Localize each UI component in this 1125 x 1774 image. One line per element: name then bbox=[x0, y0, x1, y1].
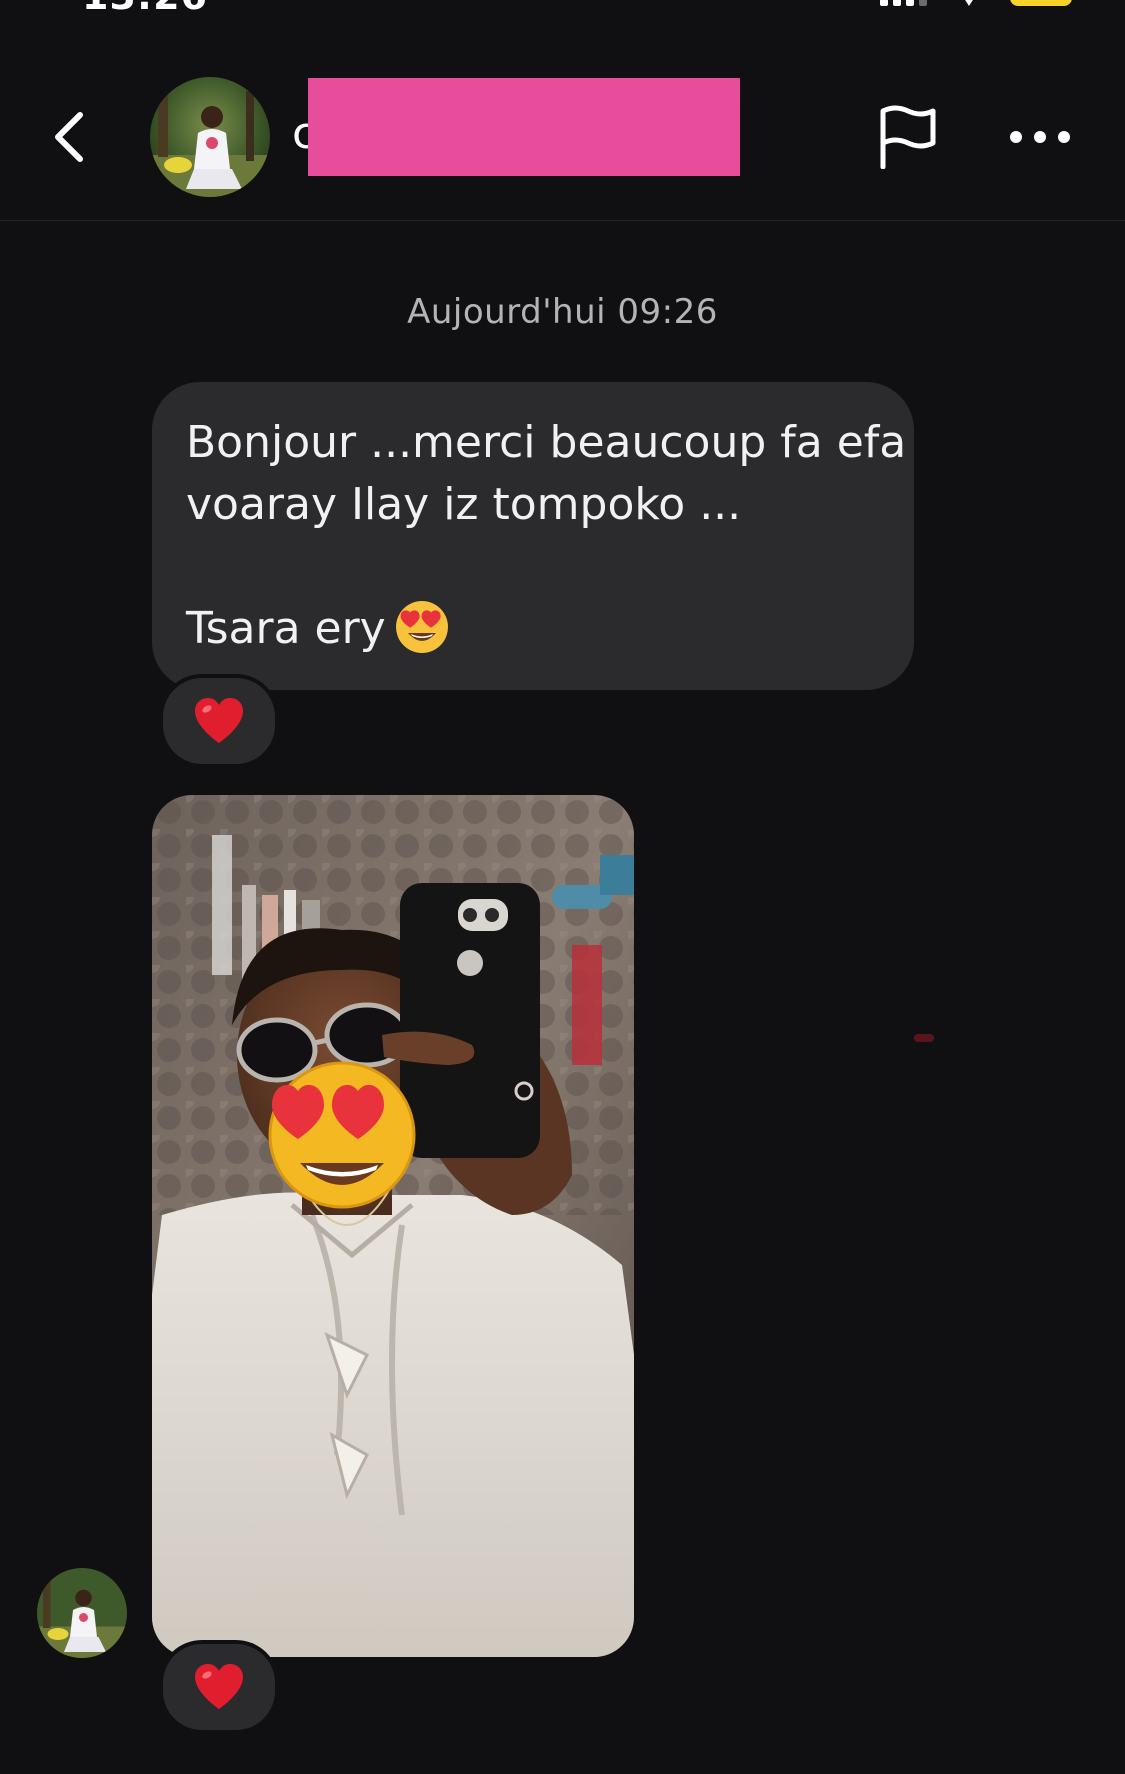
heart-icon bbox=[195, 698, 243, 743]
message-line-with-emoji: Tsara ery bbox=[186, 598, 894, 660]
more-options-button[interactable] bbox=[1000, 112, 1080, 162]
photo-message[interactable] bbox=[152, 795, 634, 1657]
message-timestamp: Aujourd'hui 09:26 bbox=[407, 292, 718, 332]
message-line: Bonjour ...merci beaucoup fa efa bbox=[186, 417, 907, 468]
heart-reaction[interactable] bbox=[159, 1640, 279, 1734]
heart-reaction[interactable] bbox=[159, 674, 279, 768]
message-spacer bbox=[186, 536, 894, 598]
sender-avatar[interactable] bbox=[37, 1568, 127, 1658]
avatar-image bbox=[37, 1568, 127, 1658]
decorative-dot bbox=[914, 1034, 934, 1042]
heart-icon bbox=[195, 1664, 243, 1709]
report-button[interactable] bbox=[872, 100, 944, 174]
partial-hidden-element bbox=[1050, 212, 1080, 226]
message-line: voaray Ilay iz tompoko ... bbox=[186, 479, 742, 530]
name-redaction-overlay bbox=[308, 78, 740, 176]
flag-icon bbox=[880, 105, 936, 169]
contact-avatar[interactable] bbox=[150, 77, 270, 197]
back-button[interactable] bbox=[40, 100, 96, 174]
avatar-image bbox=[150, 77, 270, 197]
message-line: Tsara ery bbox=[186, 603, 386, 654]
chat-header: c bbox=[0, 0, 1125, 221]
chevron-left-icon bbox=[55, 112, 83, 162]
heart-eyes-emoji-overlay bbox=[268, 1061, 416, 1209]
message-bubble[interactable]: Bonjour ...merci beaucoup fa efa voaray … bbox=[152, 382, 914, 690]
heart-eyes-emoji-icon bbox=[395, 601, 448, 653]
selfie-photo bbox=[152, 795, 634, 1657]
more-horizontal-icon bbox=[1010, 131, 1070, 143]
